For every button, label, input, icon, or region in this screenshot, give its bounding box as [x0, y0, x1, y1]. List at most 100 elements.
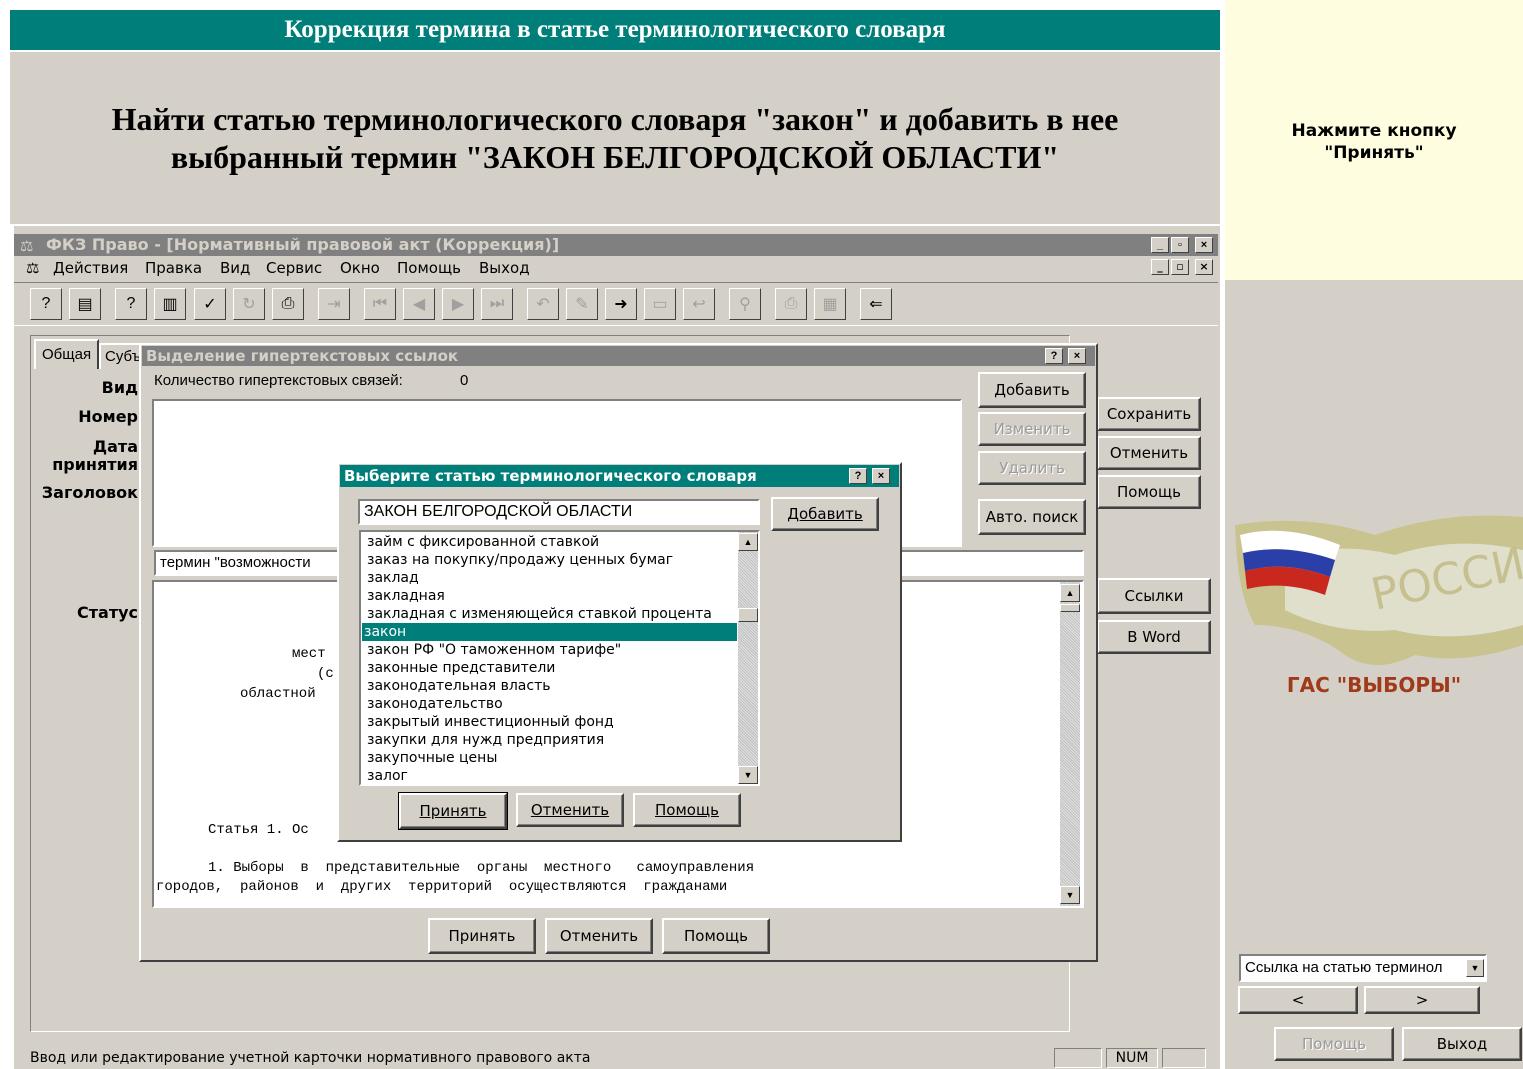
list-item-selected[interactable]: закон	[362, 623, 737, 641]
doc-scrollbar[interactable]	[1060, 582, 1080, 906]
add-link-button[interactable]: Добавить	[978, 372, 1086, 408]
frame-icon[interactable]: ▭	[644, 288, 676, 320]
book-help-icon[interactable]: ?	[115, 288, 147, 320]
list-item[interactable]: закладная с изменяющейся ставкой процент…	[365, 605, 737, 623]
menu-edit[interactable]: Правка	[145, 259, 202, 277]
child-restore-icon[interactable]: ▫	[1171, 259, 1189, 275]
menu-help[interactable]: Помощь	[397, 259, 461, 277]
help-label: Помощь	[655, 801, 719, 819]
import-icon[interactable]: ⇥	[318, 288, 350, 320]
list-item[interactable]: закупки для нужд предприятия	[365, 731, 737, 749]
list-item[interactable]: законные представители	[365, 659, 737, 677]
print-icon[interactable]: ⎙	[272, 288, 304, 320]
chevron-down-icon[interactable]: ▼	[1466, 959, 1484, 977]
app-title-bar: ФКЗ Право - [Нормативный правовой акт (К…	[14, 234, 1218, 256]
scroll-thumb[interactable]	[738, 608, 758, 622]
list-item[interactable]: законодательная власть	[365, 677, 737, 695]
label-title: Заголовок	[41, 483, 138, 502]
accept-label: Принять	[419, 802, 487, 820]
doc-line: областной	[240, 686, 316, 702]
next-step-button[interactable]: >	[1364, 986, 1480, 1014]
child-minimize-icon[interactable]: _	[1151, 259, 1169, 275]
maximize-icon[interactable]: ▫	[1171, 237, 1189, 253]
tutorial-help-button[interactable]: Помощь	[1274, 1027, 1394, 1061]
close-icon[interactable]: ×	[1195, 237, 1213, 253]
doc-tool-icon[interactable]: ▤	[69, 288, 101, 320]
check-icon[interactable]: ✓	[194, 288, 226, 320]
doc-line: городов, районов и других территорий осу…	[156, 879, 728, 895]
menu-app-icon: ⚖	[26, 259, 40, 277]
first-record-icon[interactable]: ⏮	[364, 288, 396, 320]
menu-exit[interactable]: Выход	[479, 259, 530, 277]
edit-doc-icon[interactable]: ✎	[566, 288, 598, 320]
undo-icon[interactable]: ↶	[527, 288, 559, 320]
term-dialog-title: Выберите статью терминологического слова…	[340, 465, 899, 487]
close-icon[interactable]: ×	[1068, 348, 1086, 364]
exit-door-icon[interactable]: ⇐	[860, 288, 892, 320]
list-item[interactable]: закрытый инвестиционный фонд	[365, 713, 737, 731]
term-search-input[interactable]: ЗАКОН БЕЛГОРОДСКОЙ ОБЛАСТИ	[358, 499, 760, 525]
menu-view[interactable]: Вид	[220, 259, 250, 277]
scroll-down-icon[interactable]: ▼	[1060, 886, 1080, 904]
help-button[interactable]: Помощь	[633, 793, 741, 827]
delete-link-button[interactable]: Удалить	[978, 451, 1086, 485]
label-date-1: Дата	[92, 437, 138, 456]
print-preview-icon[interactable]: ⎙	[775, 288, 807, 320]
close-icon[interactable]: ×	[872, 468, 890, 484]
list-item[interactable]: займ с фиксированной ставкой	[365, 533, 737, 551]
copy-doc-icon[interactable]: ▥	[154, 288, 186, 320]
save-button[interactable]: Сохранить	[1097, 397, 1201, 431]
cancel-card-button[interactable]: Отменить	[1097, 436, 1201, 470]
help-icon[interactable]: ?	[849, 468, 867, 484]
menu-actions[interactable]: Действия	[53, 259, 128, 277]
list-item[interactable]: закладная	[365, 587, 737, 605]
term-list[interactable]: займ с фиксированной ставкой заказ на по…	[359, 530, 760, 786]
list-item[interactable]: закон РФ "О таможенном тарифе"	[365, 641, 737, 659]
export-word-button[interactable]: В Word	[1097, 620, 1211, 654]
minimize-icon[interactable]: _	[1151, 237, 1169, 253]
hyperlink-accept-button[interactable]: Принять	[428, 918, 536, 954]
tutorial-exit-button[interactable]: Выход	[1402, 1027, 1522, 1061]
list-item[interactable]: закупочные цены	[365, 749, 737, 767]
refresh-icon[interactable]: ↻	[233, 288, 265, 320]
scroll-thumb[interactable]	[1060, 604, 1080, 612]
menu-window[interactable]: Окно	[340, 259, 380, 277]
next-record-icon[interactable]: ▶	[442, 288, 474, 320]
help-card-button[interactable]: Помощь	[1097, 475, 1201, 509]
add-term-button[interactable]: Добавить	[771, 497, 879, 531]
scroll-up-icon[interactable]: ▲	[1060, 584, 1080, 602]
child-close-icon[interactable]: ×	[1195, 259, 1213, 275]
links-button[interactable]: Ссылки	[1097, 578, 1211, 614]
help-icon[interactable]: ?	[1045, 348, 1063, 364]
task-line-2: выбранный термин "ЗАКОН БЕЛГОРОДСКОЙ ОБЛ…	[170, 139, 1060, 175]
hyperlink-cancel-button[interactable]: Отменить	[545, 918, 653, 954]
task-description: Найти статью терминологического словаря …	[10, 52, 1220, 224]
prev-step-button[interactable]: <	[1238, 986, 1358, 1014]
report-icon[interactable]: ▦	[814, 288, 846, 320]
insert-icon[interactable]: ➜	[605, 288, 637, 320]
menu-service[interactable]: Сервис	[266, 259, 322, 277]
auto-search-button[interactable]: Авто. поиск	[978, 499, 1086, 535]
find-icon[interactable]: ⚲	[729, 288, 761, 320]
prev-record-icon[interactable]: ◀	[403, 288, 435, 320]
help-tool-icon[interactable]: ?	[30, 288, 62, 320]
label-status: Статус	[77, 603, 138, 622]
return-icon[interactable]: ↩	[683, 288, 715, 320]
edit-link-button[interactable]: Изменить	[978, 412, 1086, 446]
label-number: Номер	[78, 407, 138, 426]
last-record-icon[interactable]: ⏭	[481, 288, 513, 320]
scroll-up-icon[interactable]: ▲	[738, 533, 758, 551]
cancel-button[interactable]: Отменить	[516, 793, 624, 827]
accept-button[interactable]: Принять	[398, 792, 508, 830]
list-item[interactable]: заклад	[365, 569, 737, 587]
term-list-scrollbar[interactable]	[738, 532, 758, 784]
app-scales-icon: ⚖	[20, 238, 34, 255]
list-item[interactable]: законодательство	[365, 695, 737, 713]
doc-line: 1. Выборы в представительные органы мест…	[208, 860, 755, 876]
list-item[interactable]: заказ на покупку/продажу ценных бумаг	[365, 551, 737, 569]
tab-general[interactable]: Общая	[34, 339, 100, 369]
tutorial-step-select[interactable]: Ссылка на статью терминол ▼	[1239, 954, 1487, 982]
hyperlink-help-button[interactable]: Помощь	[662, 918, 770, 954]
scroll-down-icon[interactable]: ▼	[738, 766, 758, 784]
list-item[interactable]: залог	[365, 767, 737, 784]
